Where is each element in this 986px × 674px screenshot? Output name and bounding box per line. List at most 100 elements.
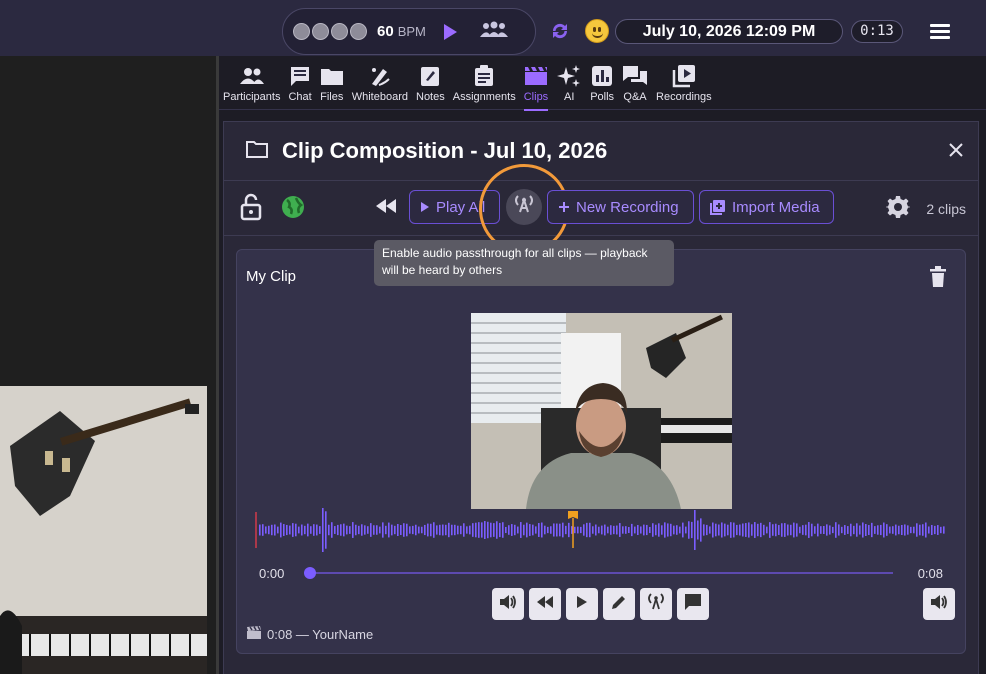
waveform-bar bbox=[874, 526, 876, 534]
waveform-bar bbox=[397, 523, 399, 537]
waveform-bar bbox=[706, 524, 708, 536]
waveform-bar bbox=[418, 526, 420, 534]
metronome-control[interactable]: 60 BPM bbox=[282, 8, 536, 55]
tab-ai[interactable]: AI bbox=[552, 61, 586, 109]
import-media-button[interactable]: Import Media bbox=[699, 190, 834, 224]
waveform-bar bbox=[652, 523, 654, 537]
waveform-bar bbox=[586, 522, 588, 538]
waveform-bar bbox=[895, 524, 897, 536]
waveform-bar bbox=[415, 524, 417, 536]
tab-participants[interactable]: Participants bbox=[219, 61, 284, 109]
waveform-bar bbox=[676, 525, 678, 535]
waveform-bar bbox=[739, 524, 741, 536]
waveform-bar bbox=[259, 524, 261, 536]
waveform-bar bbox=[442, 524, 444, 536]
clip-toolbar: Play All New Recording Import Media 2 cl… bbox=[224, 164, 978, 254]
tab-label: Clips bbox=[523, 91, 549, 103]
waveform-bar bbox=[748, 522, 750, 538]
play-button[interactable] bbox=[566, 588, 598, 620]
tab-files[interactable]: Files bbox=[316, 61, 348, 109]
bpm-value[interactable]: 60 bbox=[377, 23, 394, 40]
waveform-bar bbox=[565, 525, 567, 535]
comment-button[interactable] bbox=[677, 588, 709, 620]
waveform-bar bbox=[862, 522, 864, 538]
waveform-bar bbox=[892, 526, 894, 534]
waveform-bar bbox=[838, 524, 840, 536]
new-recording-button[interactable]: New Recording bbox=[547, 190, 694, 224]
tab-clips[interactable]: Clips bbox=[520, 61, 552, 111]
waveform-bar bbox=[826, 524, 828, 536]
clip-video-thumbnail[interactable] bbox=[471, 313, 732, 509]
waveform-bar bbox=[517, 526, 519, 534]
progress-track[interactable] bbox=[310, 572, 893, 574]
tab-whiteboard[interactable]: Whiteboard bbox=[348, 61, 412, 109]
polls-icon bbox=[591, 61, 613, 91]
waveform-bar bbox=[814, 526, 816, 534]
waveform-bar bbox=[292, 523, 294, 537]
time-end: 0:08 bbox=[917, 566, 943, 581]
tab-qa[interactable]: Q&A bbox=[618, 61, 652, 109]
waveform-bar bbox=[532, 524, 534, 536]
waveform-bar bbox=[910, 526, 912, 534]
tab-recordings[interactable]: Recordings bbox=[652, 61, 716, 109]
waveform-bar bbox=[751, 524, 753, 536]
waveform-bar bbox=[313, 524, 315, 536]
group-icon[interactable] bbox=[479, 20, 508, 43]
waveform-bar bbox=[940, 526, 942, 534]
globe-icon[interactable] bbox=[281, 195, 305, 224]
waveform-bar bbox=[913, 526, 915, 534]
playhead-flag[interactable] bbox=[568, 511, 578, 519]
waveform-bar bbox=[709, 526, 711, 534]
waveform-bar bbox=[379, 526, 381, 534]
sync-icon[interactable] bbox=[549, 20, 571, 47]
waveform-bar bbox=[790, 524, 792, 536]
waveform-bar bbox=[541, 522, 543, 538]
waveform-bar bbox=[337, 524, 339, 536]
tab-polls[interactable]: Polls bbox=[586, 61, 618, 109]
output-volume-button[interactable] bbox=[923, 588, 955, 620]
volume-icon bbox=[930, 594, 948, 615]
tab-assignments[interactable]: Assignments bbox=[449, 61, 520, 109]
waveform-bar bbox=[409, 526, 411, 534]
waveform-bar bbox=[568, 522, 570, 538]
waveform-bar bbox=[829, 525, 831, 535]
edit-button[interactable] bbox=[603, 588, 635, 620]
waveform-bar bbox=[847, 526, 849, 534]
waveform-bar bbox=[346, 525, 348, 535]
hamburger-menu-icon[interactable] bbox=[930, 24, 950, 42]
metronome-play-icon[interactable] bbox=[442, 23, 460, 41]
waveform-bar bbox=[430, 523, 432, 537]
bpm-label: BPM bbox=[397, 24, 426, 39]
waveform-bar bbox=[460, 525, 462, 535]
whiteboard-icon bbox=[369, 61, 391, 91]
waveform-bar bbox=[328, 524, 330, 536]
folder-icon bbox=[246, 140, 268, 163]
waveform-bar bbox=[340, 524, 342, 536]
lock-open-icon[interactable] bbox=[240, 193, 262, 226]
tab-chat[interactable]: Chat bbox=[284, 61, 315, 109]
tab-notes[interactable]: Notes bbox=[412, 61, 449, 109]
waveform-bar bbox=[886, 524, 888, 536]
passthrough-button[interactable] bbox=[640, 588, 672, 620]
settings-gear-icon[interactable] bbox=[885, 195, 911, 224]
emoji-reaction-icon[interactable] bbox=[585, 19, 609, 43]
waveform-bar bbox=[637, 524, 639, 536]
panel-title: Clip Composition - Jul 10, 2026 bbox=[282, 138, 608, 163]
waveform-bar bbox=[604, 524, 606, 536]
rewind-icon[interactable] bbox=[374, 197, 398, 220]
date-time-display: July 10, 2026 12:09 PM bbox=[615, 19, 843, 44]
progress-knob[interactable] bbox=[304, 567, 316, 579]
waveform-bar bbox=[736, 524, 738, 536]
clip-name[interactable]: My Clip bbox=[246, 268, 296, 285]
audio-waveform[interactable] bbox=[255, 508, 945, 552]
waveform-bar bbox=[433, 522, 435, 538]
waveform-bar bbox=[667, 523, 669, 537]
waveform-bar bbox=[889, 526, 891, 534]
waveform-bar bbox=[601, 525, 603, 535]
trash-icon[interactable] bbox=[929, 266, 947, 293]
waveform-bar bbox=[589, 522, 591, 538]
waveform-bar bbox=[634, 526, 636, 534]
close-icon[interactable] bbox=[948, 142, 964, 163]
volume-button[interactable] bbox=[492, 588, 524, 620]
rewind-button[interactable] bbox=[529, 588, 561, 620]
